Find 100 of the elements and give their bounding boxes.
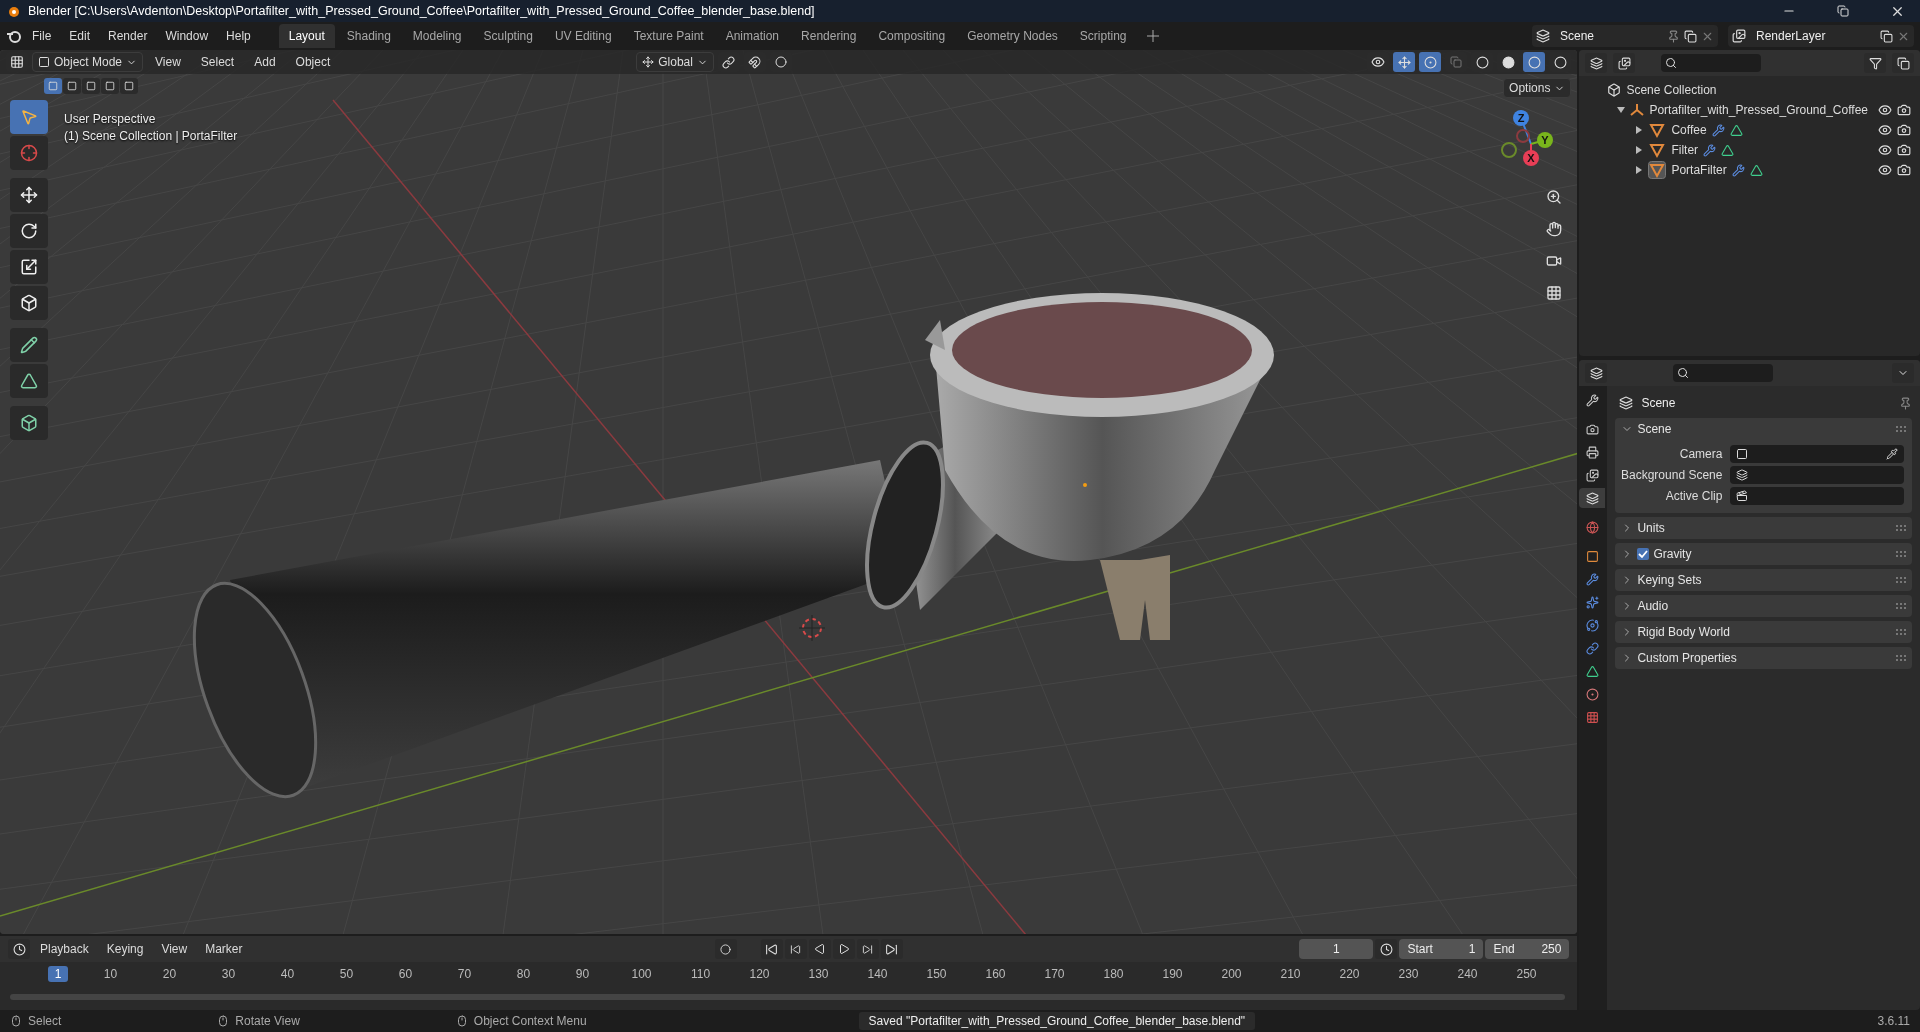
outliner-item-label[interactable]: Scene Collection	[1626, 83, 1717, 97]
workspace-tab[interactable]: Compositing	[868, 24, 956, 48]
workspace-tab[interactable]: Modeling	[402, 24, 472, 48]
next-keyframe-button[interactable]	[856, 939, 879, 959]
filter-button[interactable]	[1864, 53, 1886, 73]
menu-item[interactable]: Render	[100, 26, 156, 46]
workspace-tab[interactable]: Rendering	[791, 24, 867, 48]
search-field[interactable]	[1661, 54, 1762, 72]
selection-mode-button[interactable]	[63, 78, 81, 94]
transform-tool[interactable]	[10, 286, 48, 320]
options-button[interactable]	[1892, 363, 1914, 383]
outliner-item-label[interactable]: Portafilter_with_Pressed_Ground_Coffee	[1649, 103, 1868, 117]
new-collection-button[interactable]	[1892, 53, 1914, 73]
gizmo-toggle[interactable]	[1393, 52, 1416, 72]
workspace-tab[interactable]: Texture Paint	[623, 24, 714, 48]
workspace-tab[interactable]: Sculpting	[473, 24, 543, 48]
end-frame-field[interactable]: End 250	[1485, 939, 1570, 959]
globe-icon	[1585, 520, 1599, 534]
panel-header[interactable]: Keying Sets	[1615, 569, 1912, 591]
panel-header[interactable]: Audio	[1615, 595, 1912, 617]
selection-mode-button[interactable]	[101, 78, 119, 94]
menu-item[interactable]: Window	[157, 26, 217, 46]
search-field[interactable]	[1673, 364, 1774, 382]
workspace-tab[interactable]: Layout	[278, 24, 335, 48]
axis-handle[interactable]	[1501, 142, 1518, 158]
3d-viewport[interactable]: Object Mode View Select Add Object Global User Perspective (1) Scene Collection | PortaFilter Options Z Y X	[0, 50, 1578, 934]
select-box-tool[interactable]	[10, 100, 48, 134]
editor-type-button[interactable]	[1585, 53, 1608, 73]
panel-header[interactable]: Rigid Body World	[1615, 621, 1912, 643]
menu-item[interactable]: Playback	[32, 939, 97, 959]
annotate-tool[interactable]	[10, 328, 48, 362]
outliner-item-label[interactable]: Filter	[1671, 143, 1699, 157]
expand-arrow-icon[interactable]	[1635, 166, 1644, 174]
menu-item[interactable]: Marker	[197, 939, 251, 959]
axis-handle[interactable]: Y	[1537, 132, 1554, 148]
input-field[interactable]	[1730, 487, 1904, 505]
menu-item[interactable]: Help	[218, 26, 259, 46]
status-hint: Object Context Menu	[473, 1014, 587, 1028]
editor-type-button[interactable]	[1585, 363, 1608, 383]
workspace-tab[interactable]: UV Editing	[544, 24, 622, 48]
input-field[interactable]	[1730, 466, 1904, 484]
menu-item[interactable]: File	[24, 26, 60, 46]
move-tool[interactable]	[10, 178, 48, 212]
gravity-checkbox[interactable]	[1637, 548, 1650, 560]
input-field[interactable]	[1730, 445, 1904, 463]
timeline-scrollbar[interactable]	[10, 994, 1566, 1000]
current-frame-marker[interactable]: 1	[48, 966, 68, 982]
measure-tool[interactable]	[10, 364, 48, 398]
panel-header[interactable]: Scene	[1615, 418, 1912, 440]
menu-item[interactable]: Edit	[61, 26, 99, 46]
record-button[interactable]	[714, 939, 737, 959]
display-mode-button[interactable]	[1613, 53, 1636, 73]
selection-mode-button[interactable]	[44, 78, 62, 94]
overlay-toggle[interactable]	[1419, 52, 1442, 72]
axis-handle[interactable]: Z	[1513, 110, 1530, 126]
expand-arrow-icon[interactable]	[1635, 126, 1644, 134]
workspace-tab[interactable]: Geometry Nodes	[957, 24, 1068, 48]
scale-icon	[20, 258, 38, 276]
app-logo-icon[interactable]	[6, 28, 22, 44]
axis-handle[interactable]: X	[1523, 150, 1540, 166]
current-frame-field[interactable]: 1	[1299, 939, 1374, 959]
selection-mode-button[interactable]	[120, 78, 138, 94]
outliner-item-label[interactable]: PortaFilter	[1671, 163, 1727, 177]
preview-range-button[interactable]	[1375, 939, 1398, 959]
panel-header[interactable]: Units	[1615, 517, 1912, 539]
view-layer-selector[interactable]: RenderLayer	[1728, 25, 1914, 47]
menu-item[interactable]: Keying	[98, 939, 152, 959]
menu-item[interactable]: Select	[192, 52, 243, 72]
workspace-tab[interactable]: Scripting	[1069, 24, 1137, 48]
editor-type-button[interactable]	[8, 939, 30, 959]
panel-header[interactable]: Gravity	[1615, 543, 1912, 565]
start-frame-field[interactable]: Start 1	[1399, 939, 1484, 959]
material-shading-button[interactable]	[1523, 52, 1546, 72]
play-reverse-button[interactable]	[808, 939, 831, 959]
cursor-tool[interactable]	[10, 136, 48, 170]
rotate-tool[interactable]	[10, 214, 48, 248]
outliner-item-label[interactable]: Coffee	[1671, 123, 1707, 137]
jump-end-button[interactable]	[880, 939, 903, 959]
play-button[interactable]	[832, 939, 855, 959]
expand-arrow-icon[interactable]	[1635, 146, 1644, 154]
menu-item[interactable]: View	[153, 939, 196, 959]
workspace-tab[interactable]: Animation	[715, 24, 790, 48]
jump-start-button[interactable]	[760, 939, 783, 959]
orientation-dropdown[interactable]: Global	[636, 52, 714, 72]
portafilter-drawing[interactable]	[192, 293, 1274, 799]
options-dropdown[interactable]: Options	[1503, 78, 1572, 98]
menu-item[interactable]: Object	[287, 52, 339, 72]
menu-item[interactable]: Add	[246, 52, 284, 72]
menu-item[interactable]: View	[147, 52, 189, 72]
prev-keyframe-button[interactable]	[784, 939, 807, 959]
axis-handle[interactable]	[1516, 129, 1531, 143]
scene-selector[interactable]: Scene	[1532, 25, 1718, 47]
mode-dropdown[interactable]: Object Mode	[32, 52, 144, 72]
expand-arrow-icon[interactable]	[1617, 106, 1626, 114]
selection-mode-button[interactable]	[82, 78, 100, 94]
add-cube-tool[interactable]	[10, 406, 48, 440]
workspace-tab[interactable]: Shading	[336, 24, 401, 48]
panel-header[interactable]: Custom Properties	[1615, 647, 1912, 669]
scale-tool[interactable]	[10, 250, 48, 284]
scene-tab[interactable]	[1579, 488, 1606, 508]
